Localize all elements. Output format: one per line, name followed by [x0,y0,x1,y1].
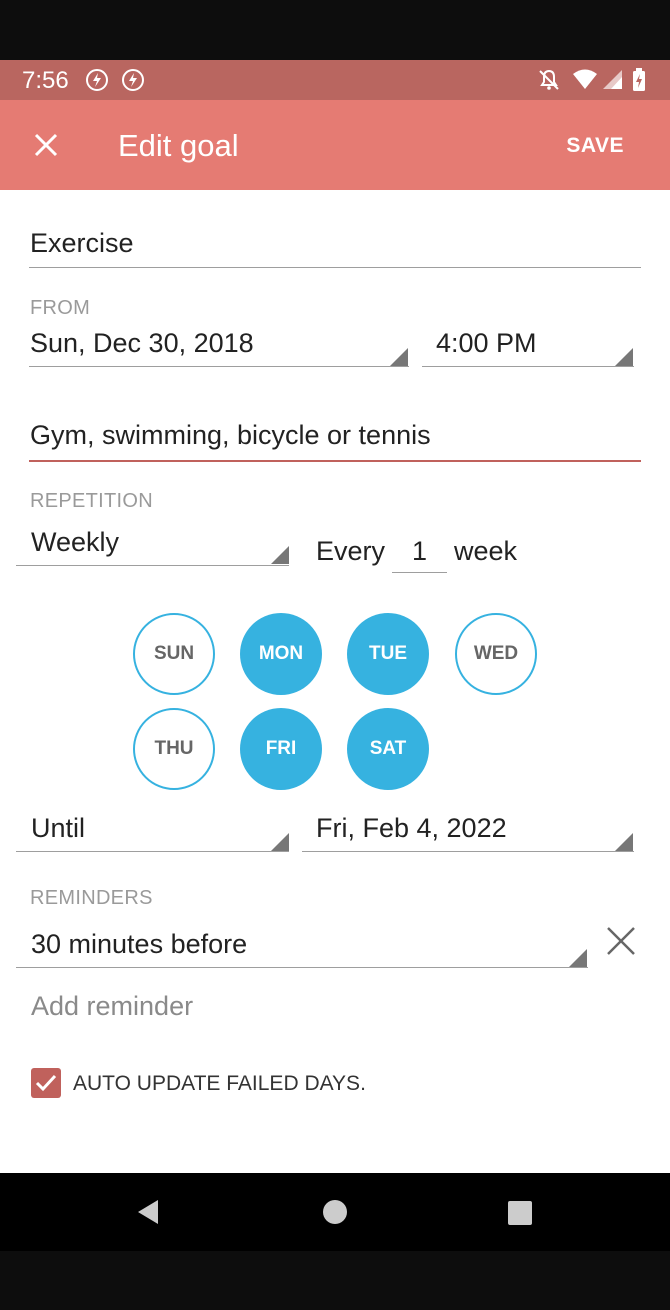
until-mode-underline [16,851,289,852]
edit-goal-form: Exercise FROM Sun, Dec 30, 2018 4:00 PM … [0,190,670,1173]
auto-update-label[interactable]: AUTO UPDATE FAILED DAYS. [73,1072,366,1096]
dropdown-arrow-icon [390,348,408,366]
day-label: MON [258,643,304,664]
from-date-underline [29,366,409,367]
notifications-off-icon [537,68,561,97]
signal-icon [601,68,623,97]
dropdown-arrow-icon [569,949,587,967]
recents-icon[interactable] [507,1200,533,1231]
repetition-label: REPETITION [30,490,154,512]
navigation-bar [0,1173,670,1251]
bottom-black-area [0,1251,670,1310]
day-label: WED [473,643,519,664]
wifi-icon [572,68,598,97]
auto-update-checkbox[interactable] [31,1068,61,1098]
status-time: 7:56 [22,67,69,94]
from-time-underline [422,366,634,367]
from-label: FROM [30,297,91,319]
until-date-underline [302,851,634,852]
battery-charging-icon [632,68,646,97]
day-toggle-sat[interactable]: SAT [347,708,429,790]
day-label: TUE [369,643,407,664]
day-label: FRI [265,738,297,759]
description-underline [29,460,641,462]
repetition-frequency-dropdown[interactable]: Weekly [31,527,119,558]
day-label: SAT [369,738,407,759]
status-bar: 7:56 [0,60,670,100]
home-icon[interactable] [322,1199,348,1230]
dropdown-arrow-icon [271,833,289,851]
page-title: Edit goal [118,128,239,163]
interval-underline [392,572,447,573]
day-toggle-sun[interactable]: SUN [133,613,215,695]
app-notification-icon [121,68,145,97]
until-mode-dropdown[interactable]: Until [31,813,85,844]
every-label: Every [316,536,386,566]
app-bar: Edit goal SAVE [0,100,670,190]
day-label: SUN [153,643,195,664]
day-toggle-thu[interactable]: THU [133,708,215,790]
until-date-dropdown[interactable]: Fri, Feb 4, 2022 [316,813,507,844]
day-toggle-fri[interactable]: FRI [240,708,322,790]
from-date-dropdown[interactable]: Sun, Dec 30, 2018 [30,328,254,359]
interval-field[interactable]: 1 [392,536,447,567]
description-field[interactable]: Gym, swimming, bicycle or tennis [30,420,431,451]
goal-name-field[interactable]: Exercise [30,228,134,259]
day-toggle-tue[interactable]: TUE [347,613,429,695]
dropdown-arrow-icon [615,833,633,851]
reminders-label: REMINDERS [30,887,153,909]
dropdown-arrow-icon [615,348,633,366]
save-button[interactable]: SAVE [566,134,624,158]
repetition-frequency-underline [16,565,289,566]
from-time-dropdown[interactable]: 4:00 PM [436,328,537,359]
day-toggle-mon[interactable]: MON [240,613,322,695]
top-black-area [0,0,670,60]
reminder-dropdown[interactable]: 30 minutes before [31,929,247,960]
close-icon[interactable] [26,125,66,165]
interval-unit-label: week [454,536,518,566]
dropdown-arrow-icon [271,546,289,564]
remove-reminder-icon[interactable] [601,921,641,966]
reminder-underline [16,967,588,968]
checkmark-icon [35,1074,57,1092]
day-label: THU [154,738,194,759]
add-reminder-button[interactable]: Add reminder [31,991,193,1022]
back-icon[interactable] [134,1197,162,1232]
app-notification-icon [85,68,109,97]
goal-name-underline [29,267,641,268]
day-toggle-wed[interactable]: WED [455,613,537,695]
